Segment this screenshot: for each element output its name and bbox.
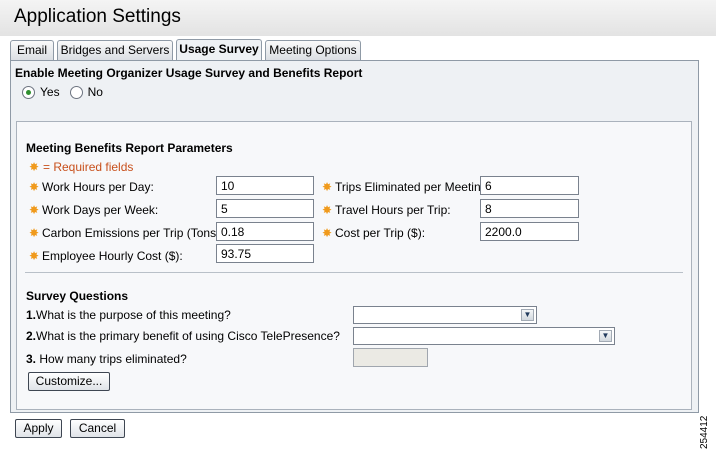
apply-button[interactable]: Apply (15, 419, 62, 438)
survey-questions-title: Survey Questions (26, 289, 129, 303)
carbon-emissions-label: ✸ Carbon Emissions per Trip (Tons): (28, 225, 224, 240)
customize-button[interactable]: Customize... (28, 372, 110, 391)
tab-bridges-and-servers[interactable]: Bridges and Servers (57, 40, 173, 61)
required-star-icon: ✸ (28, 160, 40, 174)
required-fields-text: = Required fields (43, 160, 134, 174)
tab-bar: Email Bridges and Servers Usage Survey M… (0, 38, 716, 62)
trips-eliminated-input[interactable] (480, 176, 579, 195)
question-2-select[interactable]: ▼ (353, 327, 615, 345)
report-parameters-title: Meeting Benefits Report Parameters (26, 141, 233, 155)
enable-radio-group: Yes No (22, 84, 113, 100)
work-days-label: ✸ Work Days per Week: (28, 202, 159, 217)
yes-radio[interactable] (22, 85, 35, 99)
tab-meeting-options[interactable]: Meeting Options (265, 40, 361, 61)
carbon-emissions-input[interactable] (216, 222, 314, 241)
enable-survey-title: Enable Meeting Organizer Usage Survey an… (15, 66, 363, 80)
travel-hours-input[interactable] (480, 199, 579, 218)
work-hours-label: ✸ Work Hours per Day: (28, 179, 154, 194)
work-days-input[interactable] (216, 199, 314, 218)
question-3-label: 3. How many trips eliminated? (26, 352, 187, 366)
hourly-cost-input[interactable] (216, 244, 314, 263)
report-parameters-box: Meeting Benefits Report Parameters ✸ = R… (16, 121, 692, 410)
figure-id: 254412 (699, 415, 710, 449)
hourly-cost-label: ✸ Employee Hourly Cost ($): (28, 248, 183, 263)
no-radio[interactable] (69, 85, 83, 99)
tab-usage-survey[interactable]: Usage Survey (176, 39, 262, 62)
required-star-icon: ✸ (321, 202, 333, 217)
cancel-button[interactable]: Cancel (70, 419, 125, 438)
question-3-input (353, 348, 428, 367)
cost-per-trip-label: ✸ Cost per Trip ($): (321, 225, 426, 240)
chevron-down-icon[interactable]: ▼ (599, 330, 612, 342)
required-star-icon: ✸ (28, 248, 40, 263)
chevron-down-icon[interactable]: ▼ (521, 309, 534, 321)
required-star-icon: ✸ (28, 202, 40, 217)
header: Application Settings (0, 0, 716, 36)
cost-per-trip-input[interactable] (480, 222, 579, 241)
no-radio-label[interactable]: No (88, 85, 103, 99)
question-1-select[interactable]: ▼ (353, 306, 537, 324)
travel-hours-label: ✸ Travel Hours per Trip: (321, 202, 451, 217)
required-star-icon: ✸ (28, 225, 40, 240)
page-title: Application Settings (14, 6, 181, 27)
required-star-icon: ✸ (28, 179, 40, 194)
question-2-label: 2.What is the primary benefit of using C… (26, 329, 340, 343)
section-divider (25, 272, 683, 273)
tab-email[interactable]: Email (10, 40, 54, 61)
work-hours-input[interactable] (216, 176, 314, 195)
required-star-icon: ✸ (321, 225, 333, 240)
trips-eliminated-label: ✸ Trips Eliminated per Meeting: (321, 179, 491, 194)
required-star-icon: ✸ (321, 179, 333, 194)
yes-radio-label[interactable]: Yes (40, 85, 60, 99)
usage-survey-panel: Enable Meeting Organizer Usage Survey an… (10, 60, 699, 413)
required-fields-note: ✸ = Required fields (28, 160, 133, 174)
question-1-label: 1.What is the purpose of this meeting? (26, 308, 231, 322)
